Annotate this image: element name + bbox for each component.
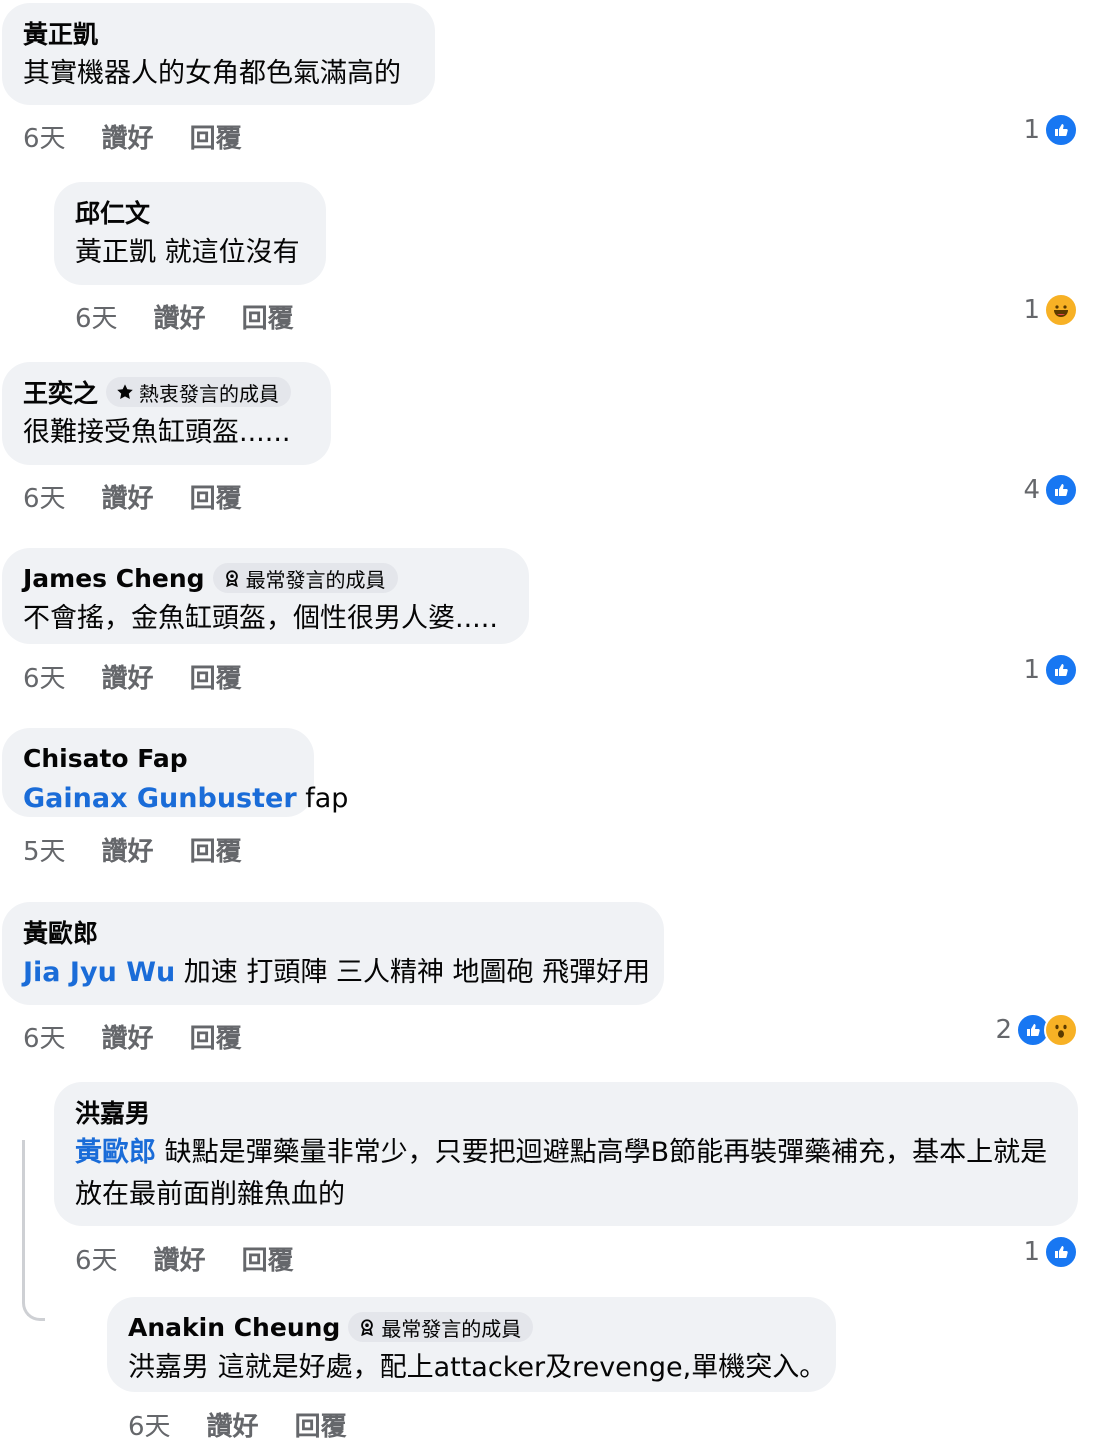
- comment-text: 黃歐郎 缺點是彈藥量非常少，只要把迴避點高學B節能再裝彈藥補充，基本上就是放在最…: [75, 1132, 1058, 1216]
- like-button[interactable]: 讚好: [102, 658, 154, 695]
- like-icon: [1044, 1235, 1078, 1269]
- reply-button[interactable]: 回覆: [190, 658, 242, 695]
- reply-button[interactable]: 回覆: [190, 478, 242, 515]
- member-badge[interactable]: 最常發言的成員: [348, 1312, 534, 1342]
- comment-text: 很難接受魚缸頭盔......: [23, 417, 291, 448]
- reaction-count: 1: [1023, 295, 1040, 325]
- comment-text: Gainax Gunbuster fap: [23, 778, 348, 820]
- badge-label: 最常發言的成員: [245, 567, 386, 592]
- mention-link[interactable]: Gainax Gunbuster: [23, 783, 297, 814]
- comment-bubble: James Cheng 最常發言的成員 不會搖，金魚缸頭盔，個性很男人婆....…: [2, 548, 529, 644]
- like-button[interactable]: 讚好: [154, 1240, 206, 1277]
- comment-actions: 6天 讚好 回覆: [23, 658, 242, 695]
- comment-bubble: 邱仁文 黃正凱 就這位沒有: [54, 182, 326, 285]
- comment-time[interactable]: 6天: [75, 298, 118, 335]
- comment-author[interactable]: Anakin Cheung: [128, 1313, 340, 1342]
- comment-actions: 6天 讚好 回覆: [23, 1018, 242, 1055]
- comment-time[interactable]: 6天: [23, 658, 66, 695]
- reply-button[interactable]: 回覆: [295, 1406, 347, 1443]
- comment-bubble: Anakin Cheung 最常發言的成員 洪嘉男 這就是好處，配上attack…: [107, 1297, 836, 1392]
- comment-text: 不會搖，金魚缸頭盔，個性很男人婆.....: [23, 603, 498, 634]
- comment-author[interactable]: Chisato Fap: [23, 744, 188, 773]
- comment-text: 其實機器人的女角都色氣滿高的: [23, 58, 401, 89]
- member-badge[interactable]: 最常發言的成員: [212, 563, 398, 593]
- reaction-summary[interactable]: 1: [1023, 1235, 1078, 1269]
- comment-author[interactable]: 黃歐郎: [23, 914, 98, 950]
- like-button[interactable]: 讚好: [102, 478, 154, 515]
- reply-button[interactable]: 回覆: [242, 298, 294, 335]
- like-button[interactable]: 讚好: [154, 298, 206, 335]
- medal-icon: [225, 570, 238, 587]
- reaction-count: 1: [1023, 1237, 1040, 1267]
- thread-connector: [22, 1140, 45, 1321]
- like-icon: [1044, 113, 1078, 147]
- comment-actions: 6天 讚好 回覆: [23, 478, 242, 515]
- badge-label: 熱衷發言的成員: [139, 381, 280, 406]
- wow-icon: [1044, 1013, 1078, 1047]
- comment-actions: 6天 讚好 回覆: [23, 118, 242, 155]
- haha-icon: [1044, 293, 1078, 327]
- comment-actions: 6天 讚好 回覆: [128, 1406, 347, 1443]
- comment-bubble: 黃歐郎 Jia Jyu Wu 加速 打頭陣 三人精神 地圖砲 飛彈好用: [2, 902, 664, 1005]
- like-button[interactable]: 讚好: [102, 831, 154, 868]
- reaction-count: 1: [1023, 115, 1040, 145]
- comment-actions: 5天 讚好 回覆: [23, 831, 242, 868]
- comment-bubble: 洪嘉男 黃歐郎 缺點是彈藥量非常少，只要把迴避點高學B節能再裝彈藥補充，基本上就…: [54, 1082, 1078, 1226]
- comment-text-body: 加速 打頭陣 三人精神 地圖砲 飛彈好用: [175, 957, 651, 988]
- like-icon: [1044, 653, 1078, 687]
- reaction-summary[interactable]: 4: [1023, 473, 1078, 507]
- comment-text-body: fap: [296, 783, 349, 814]
- mention-link[interactable]: Jia Jyu Wu: [23, 957, 175, 988]
- like-button[interactable]: 讚好: [102, 1018, 154, 1055]
- reply-button[interactable]: 回覆: [190, 118, 242, 155]
- comment-text: 黃正凱 就這位沒有: [75, 237, 300, 268]
- comment-time[interactable]: 6天: [75, 1240, 118, 1277]
- like-button[interactable]: 讚好: [207, 1406, 259, 1443]
- reaction-count: 1: [1023, 655, 1040, 685]
- comment-time[interactable]: 5天: [23, 831, 66, 868]
- reaction-summary[interactable]: 1: [1023, 293, 1078, 327]
- comment-time[interactable]: 6天: [23, 118, 66, 155]
- medal-icon: [361, 1319, 374, 1336]
- like-icon: [1044, 473, 1078, 507]
- comment-author[interactable]: 黃正凱: [23, 15, 98, 51]
- comment-text: Jia Jyu Wu 加速 打頭陣 三人精神 地圖砲 飛彈好用: [23, 952, 650, 994]
- reaction-count: 2: [995, 1015, 1012, 1045]
- comment-time[interactable]: 6天: [23, 478, 66, 515]
- reply-button[interactable]: 回覆: [190, 831, 242, 868]
- reaction-summary[interactable]: 1: [1023, 653, 1078, 687]
- comment-author[interactable]: 王奕之: [23, 374, 98, 410]
- comment-bubble: 黃正凱 其實機器人的女角都色氣滿高的: [2, 3, 435, 105]
- comment-actions: 6天 讚好 回覆: [75, 1240, 294, 1277]
- comment-time[interactable]: 6天: [128, 1406, 171, 1443]
- reaction-count: 4: [1023, 475, 1040, 505]
- comment-author[interactable]: James Cheng: [23, 564, 205, 593]
- like-button[interactable]: 讚好: [102, 118, 154, 155]
- member-badge[interactable]: 熱衷發言的成員: [106, 377, 292, 407]
- reaction-summary[interactable]: 1: [1023, 113, 1078, 147]
- mention-link[interactable]: 黃歐郎: [75, 1137, 156, 1168]
- badge-label: 最常發言的成員: [381, 1316, 522, 1341]
- comment-actions: 6天 讚好 回覆: [75, 298, 294, 335]
- comment-text: 洪嘉男 這就是好處，配上attacker及revenge,單機突入。: [128, 1352, 827, 1383]
- comment-text-body: 缺點是彈藥量非常少，只要把迴避點高學B節能再裝彈藥補充，基本上就是放在最前面削雜…: [75, 1137, 1048, 1210]
- comment-author[interactable]: 邱仁文: [75, 194, 150, 230]
- comment-time[interactable]: 6天: [23, 1018, 66, 1055]
- comment-bubble: 王奕之 熱衷發言的成員 很難接受魚缸頭盔......: [2, 362, 331, 465]
- comment-author[interactable]: 洪嘉男: [75, 1094, 150, 1130]
- comment-bubble: Chisato Fap Gainax Gunbuster fap: [2, 728, 348, 820]
- star-icon: [117, 384, 133, 400]
- reply-button[interactable]: 回覆: [242, 1240, 294, 1277]
- reply-button[interactable]: 回覆: [190, 1018, 242, 1055]
- reaction-summary[interactable]: 2: [995, 1013, 1078, 1047]
